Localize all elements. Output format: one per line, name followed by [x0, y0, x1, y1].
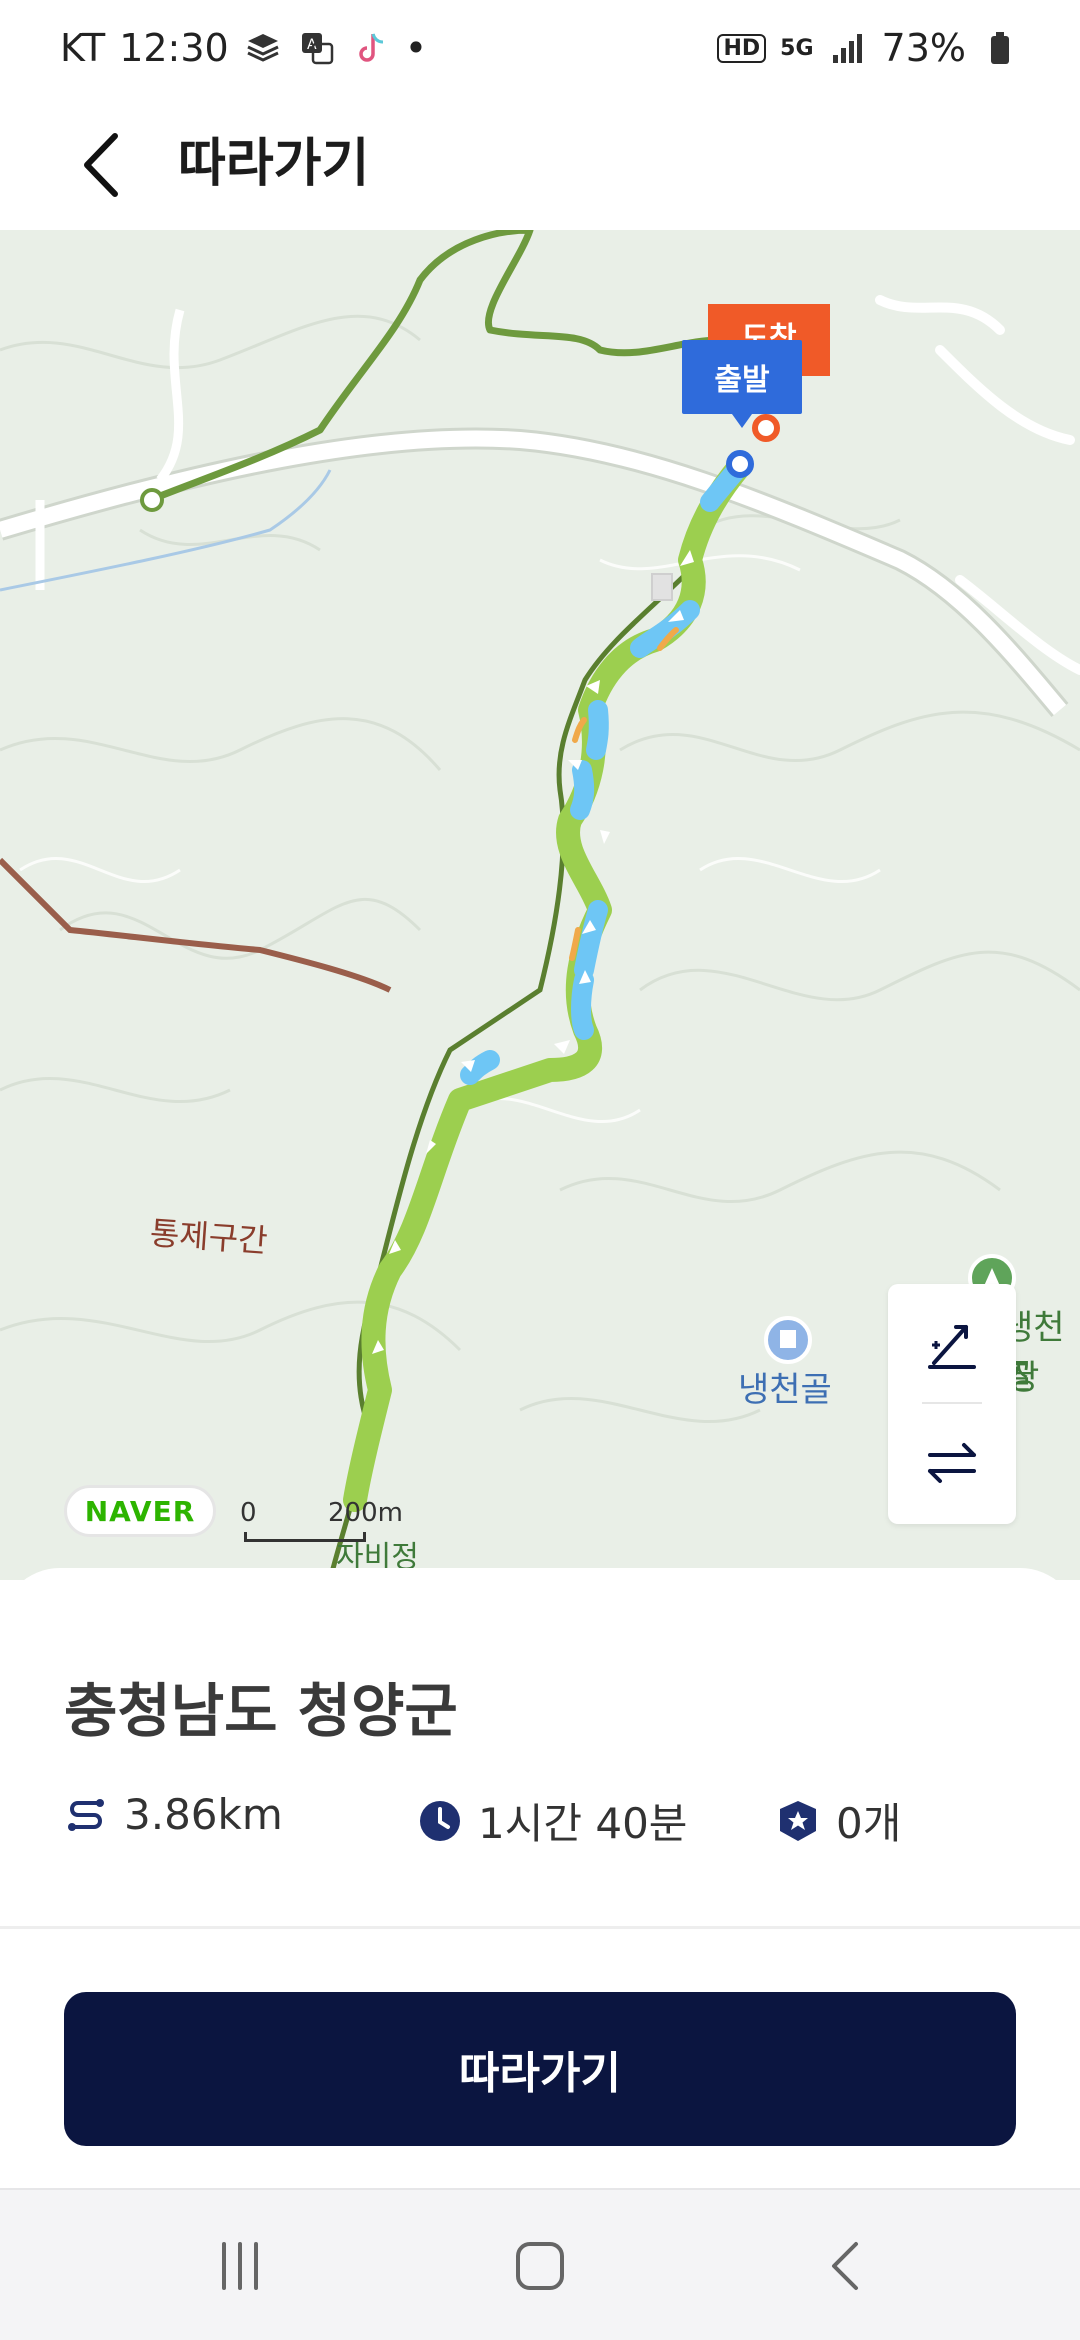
status-right: HD 5G 73% [717, 26, 1020, 70]
region-title: 충청남도 청양군 [64, 1677, 458, 1745]
home-icon [516, 2242, 564, 2290]
stamp-count: 0개 [836, 1799, 902, 1848]
stamp-badge-icon [776, 1799, 820, 1843]
recent-apps-icon [222, 2242, 258, 2290]
tiktok-icon [351, 28, 391, 68]
swap-direction-button[interactable] [888, 1408, 1016, 1518]
naver-logo: NAVER [64, 1485, 216, 1537]
map-controls [888, 1284, 1016, 1524]
poi-label-naengcheongol: 냉천골 [738, 1370, 832, 1410]
signal-icon [828, 28, 868, 68]
network-badge: 5G [780, 35, 814, 61]
system-navbar [0, 2188, 1080, 2340]
route-map[interactable]: 도착 출발 통제구간 냉천골 냉천골 장 자비정 NAVER 0 200m [0, 230, 1080, 1580]
scale-bar [244, 1532, 366, 1542]
back-button[interactable] [60, 120, 140, 210]
sheet-divider [0, 1926, 1080, 1929]
duration-value: 1시간 40분 [478, 1799, 688, 1848]
layers-icon [243, 28, 283, 68]
back-icon [832, 2242, 858, 2290]
route-stats: 3.86km 1시간 40분 0개 [64, 1790, 1024, 1850]
battery-icon [980, 28, 1020, 68]
control-section-label: 통제구간 [148, 1213, 269, 1261]
start-pin[interactable]: 출발 [682, 340, 802, 428]
scale-distance: 200m [328, 1498, 403, 1528]
app-header: 따라가기 [0, 100, 1080, 230]
page-title: 따라가기 [178, 134, 370, 194]
clock-icon [418, 1799, 462, 1843]
home-button[interactable] [480, 2226, 600, 2306]
route-distance-icon [64, 1793, 108, 1837]
nav-back-button[interactable] [786, 2226, 906, 2306]
follow-route-button[interactable]: 따라가기 [64, 1992, 1016, 2146]
recent-apps-button[interactable] [180, 2226, 300, 2306]
hd-badge: HD [717, 33, 767, 63]
status-bar: KT 12:30 A • HD 5G 73% [0, 0, 1080, 100]
elevation-button[interactable] [888, 1290, 1016, 1400]
status-left: KT 12:30 A • [60, 26, 427, 70]
stat-distance: 3.86km [64, 1790, 283, 1839]
status-time: 12:30 [119, 26, 229, 70]
status-dot: • [404, 26, 428, 70]
swap-direction-icon [928, 1443, 976, 1483]
chevron-left-icon [84, 133, 118, 197]
stat-stamps: 0개 [776, 1790, 901, 1851]
stat-duration: 1시간 40분 [418, 1790, 687, 1851]
controls-divider [922, 1402, 982, 1404]
battery-percent: 73% [881, 26, 966, 70]
route-info-sheet: 충청남도 청양군 3.86km 1시간 40분 0개 따라가기 [0, 1568, 1080, 2188]
distance-value: 3.86km [124, 1790, 283, 1839]
map-scale: 0 200m [240, 1498, 410, 1542]
carrier-label: KT [60, 26, 106, 70]
translate-icon: A [297, 28, 337, 68]
elevation-icon [928, 1325, 976, 1369]
scale-zero: 0 [240, 1498, 257, 1528]
